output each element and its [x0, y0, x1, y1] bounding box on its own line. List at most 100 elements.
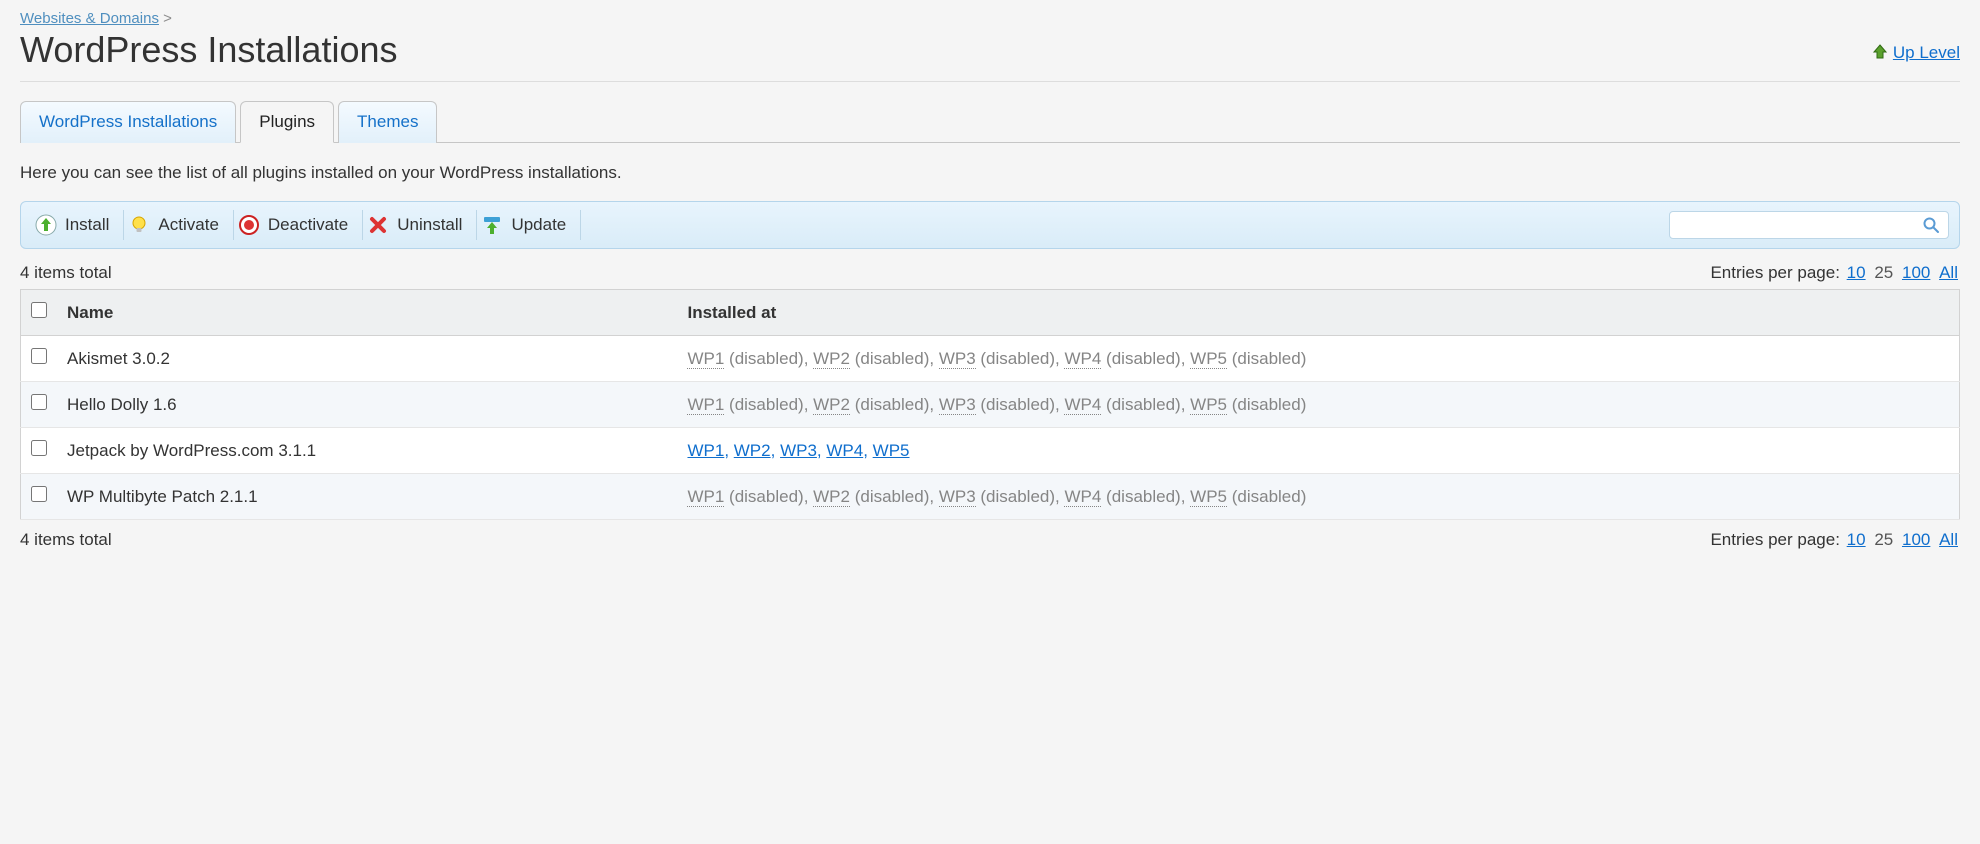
- update-button[interactable]: Update: [477, 210, 581, 240]
- row-checkbox-cell: [21, 382, 58, 428]
- entries-25-bottom: 25: [1874, 530, 1893, 549]
- tab-wordpress-installations[interactable]: WordPress Installations: [20, 101, 236, 143]
- pager-top: 4 items total Entries per page: 10 25 10…: [20, 263, 1960, 283]
- up-level[interactable]: Up Level: [1871, 43, 1960, 63]
- site-status: (disabled): [976, 349, 1055, 368]
- update-icon: [481, 214, 503, 236]
- entries-all[interactable]: All: [1939, 263, 1958, 282]
- breadcrumb-sep: >: [163, 10, 172, 27]
- install-button[interactable]: Install: [31, 210, 124, 240]
- site-status: (disabled): [1227, 349, 1306, 368]
- plugin-name: Hello Dolly 1.6: [57, 382, 677, 428]
- plugin-name: Akismet 3.0.2: [57, 336, 677, 382]
- separator: ,: [771, 441, 780, 460]
- site-status: (disabled): [1101, 395, 1180, 414]
- installed-at-cell: WP1 (disabled), WP2 (disabled), WP3 (dis…: [677, 474, 1959, 520]
- site-status: (disabled): [724, 487, 803, 506]
- activate-button[interactable]: Activate: [124, 210, 233, 240]
- tab-plugins[interactable]: Plugins: [240, 101, 334, 143]
- plugin-name: Jetpack by WordPress.com 3.1.1: [57, 428, 677, 474]
- table-row: WP Multibyte Patch 2.1.1WP1 (disabled), …: [21, 474, 1960, 520]
- separator: ,: [804, 349, 813, 368]
- page-description: Here you can see the list of all plugins…: [20, 163, 1960, 183]
- row-checkbox[interactable]: [31, 348, 47, 364]
- install-label: Install: [65, 215, 109, 235]
- site-link[interactable]: WP4: [1064, 349, 1101, 369]
- table-header-row: Name Installed at: [21, 290, 1960, 336]
- entries-10-bottom[interactable]: 10: [1847, 530, 1866, 549]
- entries-10[interactable]: 10: [1847, 263, 1866, 282]
- site-status: (disabled): [1101, 487, 1180, 506]
- up-level-link[interactable]: Up Level: [1893, 43, 1960, 62]
- search-box[interactable]: [1669, 211, 1949, 239]
- entries-per-page: Entries per page: 10 25 100 All: [1710, 263, 1960, 283]
- site-link[interactable]: WP2: [813, 395, 850, 415]
- site-link[interactable]: WP5: [873, 441, 910, 460]
- site-status: (disabled): [850, 487, 929, 506]
- site-status: (disabled): [850, 395, 929, 414]
- entries-100[interactable]: 100: [1902, 263, 1930, 282]
- site-link[interactable]: WP2: [734, 441, 771, 460]
- separator: ,: [929, 349, 938, 368]
- separator: ,: [1181, 349, 1190, 368]
- site-link[interactable]: WP1: [687, 441, 724, 460]
- separator: ,: [817, 441, 826, 460]
- site-link[interactable]: WP2: [813, 487, 850, 507]
- select-all-checkbox[interactable]: [31, 302, 47, 318]
- up-arrow-icon: [1871, 43, 1889, 61]
- toolbar: Install Activate Deactivate Uninstall Up…: [20, 201, 1960, 249]
- entries-all-bottom[interactable]: All: [1939, 530, 1958, 549]
- separator: ,: [863, 441, 872, 460]
- row-checkbox-cell: [21, 474, 58, 520]
- plugins-table: Name Installed at Akismet 3.0.2WP1 (disa…: [20, 289, 1960, 520]
- entries-25: 25: [1874, 263, 1893, 282]
- table-row: Jetpack by WordPress.com 3.1.1WP1, WP2, …: [21, 428, 1960, 474]
- uninstall-button[interactable]: Uninstall: [363, 210, 477, 240]
- row-checkbox-cell: [21, 336, 58, 382]
- title-bar: WordPress Installations Up Level: [20, 29, 1960, 82]
- installed-at-cell: WP1 (disabled), WP2 (disabled), WP3 (dis…: [677, 336, 1959, 382]
- tab-themes[interactable]: Themes: [338, 101, 437, 143]
- site-status: (disabled): [1227, 395, 1306, 414]
- breadcrumb-link[interactable]: Websites & Domains: [20, 10, 159, 27]
- search-input[interactable]: [1678, 217, 1922, 234]
- site-status: (disabled): [1101, 349, 1180, 368]
- site-link[interactable]: WP3: [939, 487, 976, 507]
- site-status: (disabled): [976, 487, 1055, 506]
- site-link[interactable]: WP3: [939, 395, 976, 415]
- stop-icon: [238, 214, 260, 236]
- entries-100-bottom[interactable]: 100: [1902, 530, 1930, 549]
- row-checkbox-cell: [21, 428, 58, 474]
- site-link[interactable]: WP4: [1064, 487, 1101, 507]
- table-row: Akismet 3.0.2WP1 (disabled), WP2 (disabl…: [21, 336, 1960, 382]
- search-icon[interactable]: [1922, 216, 1940, 234]
- site-link[interactable]: WP1: [687, 395, 724, 415]
- uninstall-label: Uninstall: [397, 215, 462, 235]
- site-link[interactable]: WP1: [687, 349, 724, 369]
- site-link[interactable]: WP5: [1190, 349, 1227, 369]
- site-link[interactable]: WP3: [939, 349, 976, 369]
- site-link[interactable]: WP4: [826, 441, 863, 460]
- site-link[interactable]: WP5: [1190, 395, 1227, 415]
- row-checkbox[interactable]: [31, 440, 47, 456]
- site-status: (disabled): [850, 349, 929, 368]
- site-link[interactable]: WP1: [687, 487, 724, 507]
- site-link[interactable]: WP2: [813, 349, 850, 369]
- deactivate-button[interactable]: Deactivate: [234, 210, 363, 240]
- separator: ,: [1181, 395, 1190, 414]
- site-link[interactable]: WP5: [1190, 487, 1227, 507]
- entries-label: Entries per page:: [1710, 263, 1839, 282]
- site-link[interactable]: WP3: [780, 441, 817, 460]
- separator: ,: [929, 395, 938, 414]
- tabs: WordPress Installations Plugins Themes: [20, 100, 1960, 143]
- site-link[interactable]: WP4: [1064, 395, 1101, 415]
- separator: ,: [1181, 487, 1190, 506]
- row-checkbox[interactable]: [31, 486, 47, 502]
- site-status: (disabled): [724, 395, 803, 414]
- col-name[interactable]: Name: [57, 290, 677, 336]
- col-installed-at[interactable]: Installed at: [677, 290, 1959, 336]
- separator: ,: [804, 395, 813, 414]
- row-checkbox[interactable]: [31, 394, 47, 410]
- update-label: Update: [511, 215, 566, 235]
- site-status: (disabled): [976, 395, 1055, 414]
